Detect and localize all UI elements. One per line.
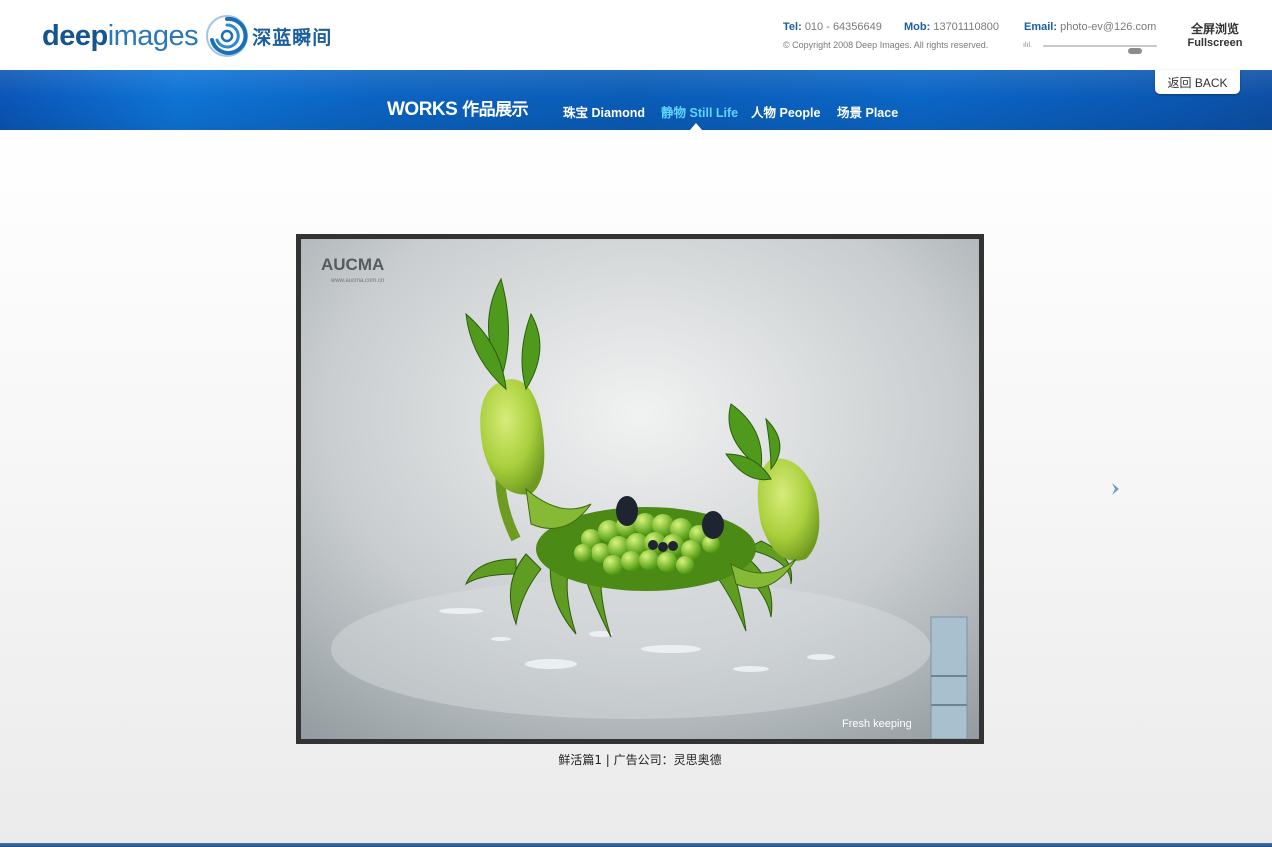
mob-info: Mob: 13701110800: [904, 21, 999, 33]
fullscreen-label-en: Fullscreen: [1187, 37, 1243, 49]
nav-item-diamond[interactable]: 珠宝 Diamond: [563, 102, 645, 121]
nav-item-still-life[interactable]: 静物 Still Life: [661, 102, 738, 121]
fullscreen-label-cn: 全屏浏览: [1190, 22, 1239, 36]
footer-line: [0, 843, 1272, 847]
photo-tagline: Fresh keeping: [842, 718, 912, 730]
nav-item-people[interactable]: 人物 People: [751, 102, 821, 121]
photo-caption: 鲜活篇1 | 广告公司：灵思奥德: [558, 753, 722, 767]
logo-chinese-name: 深蓝瞬间: [252, 26, 333, 49]
email-info: Email: photo-ev@126.com: [1024, 21, 1157, 33]
gallery-photo[interactable]: AUCMA www.aucma.com.cn Fresh keeping: [301, 239, 979, 740]
works-nav-bar: WORKS 作品展示 珠宝 Diamond 静物 Still Life 人物 P…: [0, 70, 1272, 130]
photo-brand-url: www.aucma.com.cn: [330, 278, 384, 284]
nav-item-place[interactable]: 场景 Place: [837, 102, 898, 121]
fullscreen-button[interactable]: 全屏浏览 Fullscreen: [1186, 22, 1244, 50]
photo-frame: AUCMA www.aucma.com.cn Fresh keeping: [296, 234, 984, 744]
volume-knob[interactable]: [1128, 48, 1142, 54]
active-nav-indicator: [690, 123, 702, 130]
logo-wordmark: deepimages: [42, 19, 199, 52]
site-header: deepimages 深蓝瞬间 Tel: 010 - 64356649 Mob:…: [0, 0, 1272, 70]
swirl-logo-icon: [206, 15, 249, 57]
chevron-right-icon[interactable]: [1108, 481, 1124, 497]
volume-track[interactable]: [1043, 45, 1157, 54]
volume-slider[interactable]: ılıl.: [1023, 40, 1157, 54]
photo-brand-logo: AUCMA: [321, 255, 384, 274]
volume-icon: ılıl.: [1023, 42, 1032, 49]
tel-info: Tel: 010 - 64356649: [783, 21, 882, 33]
copyright-text: © Copyright 2008 Deep Images. All rights…: [783, 40, 989, 50]
back-button[interactable]: 返回 BACK: [1155, 70, 1240, 94]
section-title: WORKS 作品展示: [387, 99, 529, 120]
site-logo[interactable]: deepimages 深蓝瞬间: [42, 12, 332, 60]
